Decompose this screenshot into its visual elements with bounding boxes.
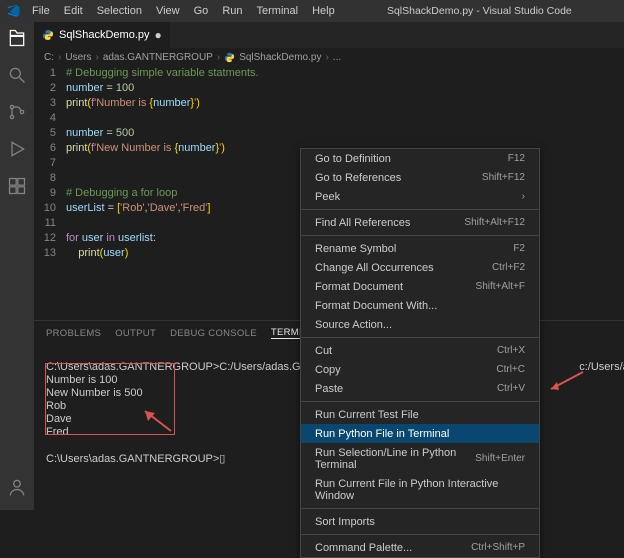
context-item[interactable]: Format DocumentShift+Alt+F xyxy=(301,277,539,296)
menu-run[interactable]: Run xyxy=(216,3,248,19)
context-item[interactable]: Sort Imports xyxy=(301,512,539,531)
python-icon xyxy=(42,29,54,41)
menu-edit[interactable]: Edit xyxy=(58,3,89,19)
editor-tabs: SqlShackDemo.py ● xyxy=(34,22,624,48)
search-icon[interactable] xyxy=(7,65,27,88)
context-item[interactable]: Peek› xyxy=(301,187,539,206)
titlebar: File Edit Selection View Go Run Terminal… xyxy=(0,0,624,22)
context-item[interactable]: Run Current Test File xyxy=(301,405,539,424)
panel-tab-output[interactable]: OUTPUT xyxy=(115,328,156,339)
panel-tab-problems[interactable]: PROBLEMS xyxy=(46,328,101,339)
menu-bar: File Edit Selection View Go Run Terminal… xyxy=(26,3,341,19)
context-item[interactable]: Run Python File in Terminal xyxy=(301,424,539,443)
line-numbers: 12345678910111213 xyxy=(34,66,66,320)
context-item[interactable]: Go to DefinitionF12 xyxy=(301,149,539,168)
tab-label: SqlShackDemo.py xyxy=(59,29,150,41)
context-item[interactable]: Rename SymbolF2 xyxy=(301,239,539,258)
menu-help[interactable]: Help xyxy=(306,3,341,19)
menu-file[interactable]: File xyxy=(26,3,56,19)
source-control-icon[interactable] xyxy=(7,102,27,125)
context-menu: Go to DefinitionF12Go to ReferencesShift… xyxy=(300,148,540,558)
explorer-icon[interactable] xyxy=(7,28,27,51)
breadcrumb[interactable]: C:› Users› adas.GANTNERGROUP› SqlShackDe… xyxy=(34,48,624,66)
menu-go[interactable]: Go xyxy=(188,3,215,19)
context-item[interactable]: PasteCtrl+V xyxy=(301,379,539,398)
context-item[interactable]: CutCtrl+X xyxy=(301,341,539,360)
python-icon xyxy=(224,52,235,63)
extensions-icon[interactable] xyxy=(7,176,27,199)
menu-terminal[interactable]: Terminal xyxy=(251,3,305,19)
context-item[interactable]: CopyCtrl+C xyxy=(301,360,539,379)
activity-bar xyxy=(0,22,34,510)
context-item[interactable]: Run Selection/Line in Python TerminalShi… xyxy=(301,443,539,474)
context-item[interactable]: Command Palette...Ctrl+Shift+P xyxy=(301,538,539,557)
context-item[interactable]: Run Current File in Python Interactive W… xyxy=(301,474,539,505)
tab-dirty-indicator[interactable]: ● xyxy=(155,28,162,42)
context-item[interactable]: Source Action... xyxy=(301,315,539,334)
run-debug-icon[interactable] xyxy=(7,139,27,162)
vscode-icon xyxy=(6,4,20,18)
panel-tab-debug[interactable]: DEBUG CONSOLE xyxy=(170,328,257,339)
context-item[interactable]: Go to ReferencesShift+F12 xyxy=(301,168,539,187)
window-title: SqlShackDemo.py - Visual Studio Code xyxy=(341,5,618,17)
menu-view[interactable]: View xyxy=(150,3,186,19)
accounts-icon[interactable] xyxy=(7,477,27,500)
context-item[interactable]: Find All ReferencesShift+Alt+F12 xyxy=(301,213,539,232)
context-item[interactable]: Change All OccurrencesCtrl+F2 xyxy=(301,258,539,277)
context-item[interactable]: Format Document With... xyxy=(301,296,539,315)
tab-sqlshackdemo[interactable]: SqlShackDemo.py ● xyxy=(34,22,171,48)
menu-selection[interactable]: Selection xyxy=(91,3,148,19)
